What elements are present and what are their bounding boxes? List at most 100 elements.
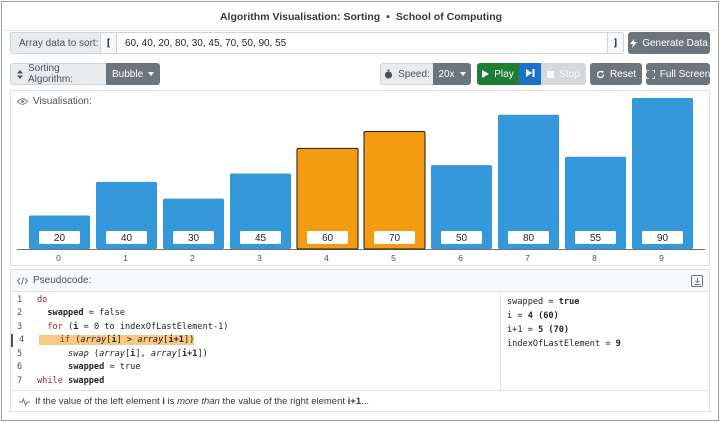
stop-button[interactable]: Stop	[541, 63, 586, 85]
code-icon	[17, 276, 28, 285]
sort-icon	[17, 69, 23, 79]
variable-op: =	[522, 325, 539, 335]
reset-label: Reset	[609, 68, 637, 80]
explanation-suffix: ...	[361, 396, 370, 407]
explanation-prefix: If the value of the left element	[35, 396, 163, 407]
bar-value-label: 30	[188, 233, 200, 244]
stop-label: Stop	[559, 68, 580, 80]
var-i: i	[130, 348, 136, 359]
reset-button[interactable]: Reset	[590, 63, 642, 85]
index-tick-label: 9	[659, 253, 664, 263]
speed-selector-group: Speed: 20x	[380, 63, 471, 85]
variable-op: =	[600, 339, 616, 349]
keyword-while: while	[37, 375, 63, 386]
speed-label-text: Speed:	[398, 68, 430, 80]
bar-5: 70	[363, 131, 426, 250]
bracket-open: [	[101, 33, 117, 53]
bolt-icon	[630, 38, 638, 48]
line-number: 4	[19, 335, 25, 346]
func-swap: swap	[68, 348, 89, 359]
code-fragment: = true	[104, 362, 141, 373]
bar-value-label: 50	[456, 233, 468, 244]
var-array: array	[137, 335, 164, 346]
caret-down-icon	[459, 72, 466, 76]
play-label: Play	[494, 68, 514, 80]
step-forward-icon	[525, 68, 535, 80]
algorithm-selector-group: Sorting Algorithm: Bubble	[10, 63, 160, 85]
eye-icon	[17, 98, 28, 105]
index-tick-label: 3	[257, 253, 262, 263]
code-line-7: 7 while swapped	[11, 374, 500, 388]
explanation-mid2: the value of the right element	[219, 396, 348, 407]
bar-6: 50	[431, 165, 492, 249]
code-text: swapped = true	[37, 362, 140, 372]
array-input-group: Array data to sort: [ ]	[10, 32, 624, 54]
bar-value-label: 90	[657, 233, 669, 244]
bar-1: 40	[96, 181, 157, 249]
pseudocode-label: Pseudocode:	[33, 275, 92, 286]
index-tick-label: 5	[391, 253, 396, 263]
visualisation-label: Visualisation:	[17, 96, 92, 107]
visualisation-panel: 20 40 30 45 60 70 50 80 55 90 Visualisation:	[10, 90, 710, 266]
full-screen-button[interactable]: Full Screen	[645, 63, 711, 85]
var-array: array	[99, 348, 125, 359]
bar-value-label: 55	[590, 233, 602, 244]
play-icon	[482, 70, 490, 78]
var-swapped: swapped	[68, 362, 105, 373]
line-number: 7	[17, 375, 23, 386]
line-number: 2	[17, 308, 23, 319]
var-swapped: swapped	[47, 308, 84, 319]
variable-name: indexOfLastElement	[507, 339, 601, 349]
variable-value: 4 (60)	[527, 311, 559, 321]
bar-value-label: 45	[255, 233, 267, 244]
caret-down-icon	[148, 72, 155, 76]
step-explanation: If the value of the left element i is mo…	[11, 390, 709, 412]
array-data-input[interactable]	[117, 33, 607, 53]
refresh-icon	[596, 70, 605, 79]
step-forward-button[interactable]	[519, 63, 541, 85]
generate-data-button[interactable]: Generate Data	[628, 32, 710, 54]
bar-value-label: 40	[121, 233, 133, 244]
line-number: 3	[17, 321, 23, 332]
algorithm-label: Sorting Algorithm:	[10, 63, 106, 85]
bar-chart: 20 40 30 45 60 70 50 80 55 90	[17, 98, 705, 250]
full-screen-label: Full Screen	[659, 68, 711, 80]
speed-dropdown[interactable]: 20x	[433, 63, 471, 85]
variable-name: i+1	[507, 325, 523, 335]
var-array: array	[150, 348, 177, 359]
stop-icon	[547, 70, 555, 78]
generate-data-label: Generate Data	[642, 37, 708, 49]
bar-value-label: 60	[322, 233, 334, 244]
bar-value-label: 20	[54, 233, 66, 244]
bar-value-label: 80	[523, 233, 535, 244]
code-line-2: 2 swapped = false	[11, 307, 500, 321]
bracket-close: ]	[607, 33, 623, 53]
variable-row: i+1 = 5 (70)	[505, 325, 709, 339]
algorithm-dropdown-value: Bubble	[112, 68, 144, 80]
index-tick-label: 4	[324, 253, 329, 263]
bar-4: 60	[296, 147, 359, 250]
keyword-if: if	[59, 335, 71, 346]
play-button[interactable]: Play	[477, 63, 519, 85]
algorithm-dropdown[interactable]: Bubble	[106, 63, 160, 85]
var-i: i	[111, 335, 117, 346]
code-fragment: >	[121, 335, 138, 346]
index-axis: 0 1 2 3 4 5 6 7 8 9	[56, 253, 664, 263]
pseudocode-panel: Pseudocode: 1 do 2 swapped = false 3 for…	[10, 269, 710, 412]
variables-panel: swapped = true i = 4 (60) i+1 = 5 (70) i…	[505, 293, 709, 389]
stopwatch-icon	[384, 69, 393, 79]
bar-9: 90	[632, 98, 693, 249]
var-i1: i+1	[181, 348, 198, 359]
code-fragment: = false	[83, 308, 125, 319]
speed-dropdown-value: 20x	[438, 68, 455, 80]
explanation-emphasis: more than	[177, 396, 220, 407]
code-text: while swapped	[37, 376, 104, 386]
code-fragment: = 0 to indexOfLastElement-1)	[78, 321, 229, 332]
code-line-3: 3 for (i = 0 to indexOfLastElement-1)	[11, 320, 500, 334]
line-number: 1	[17, 294, 23, 305]
download-icon[interactable]	[691, 275, 703, 287]
index-tick-label: 0	[56, 253, 61, 263]
explanation-mid1: is	[164, 396, 178, 407]
variable-row: swapped = true	[505, 297, 709, 311]
array-input-label: Array data to sort:	[11, 33, 101, 53]
